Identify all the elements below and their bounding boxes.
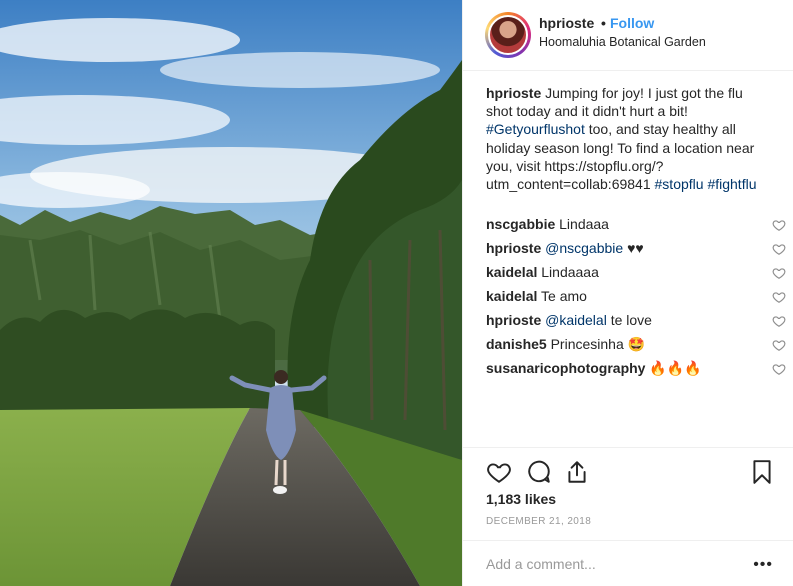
comment: hprioste @kaidelal te love [486,311,786,335]
comment-username[interactable]: nscgabbie [486,216,555,232]
comment-username[interactable]: susanaricophotography [486,360,645,376]
hashtag-getyourflushot[interactable]: #Getyourflushot [486,121,585,137]
heart-icon[interactable] [772,290,786,304]
comment-text: Lindaaaa [541,264,599,280]
share-icon[interactable] [564,459,590,485]
post-caption: hprioste Jumping for joy! I just got the… [486,84,771,193]
heart-icon[interactable] [486,459,512,485]
comment-list: nscgabbie Lindaaa hprioste @nscgabbie ♥♥… [486,215,786,383]
comment-username[interactable]: kaidelal [486,264,537,280]
comment-input[interactable]: Add a comment... [486,556,596,572]
heart-icon[interactable] [772,242,786,256]
comment: susanaricophotography 🔥🔥🔥 [486,359,786,383]
comment: kaidelal Te amo [486,287,786,311]
header-separator: • [601,15,606,31]
comment-text: Lindaaa [559,216,609,232]
photo-scene [0,0,462,586]
like-count[interactable]: 1,183 likes [486,491,556,507]
heart-icon[interactable] [772,362,786,376]
avatar[interactable] [485,12,531,58]
more-options-icon[interactable]: ••• [753,556,773,574]
caption-username[interactable]: hprioste [486,85,541,101]
comment-text: 🔥🔥🔥 [649,360,702,376]
comment-text: te love [610,312,652,328]
hashtag-fightflu[interactable]: #fightflu [707,176,756,192]
comment-username[interactable]: hprioste [486,240,541,256]
speech-bubble-icon[interactable] [526,459,552,485]
action-bar [463,455,793,489]
post-side-panel: hprioste • Follow Hoomaluhia Botanical G… [462,0,793,586]
author-username[interactable]: hprioste [539,15,594,31]
avatar-image [488,15,528,55]
post-header: hprioste • Follow Hoomaluhia Botanical G… [463,0,793,70]
comment: kaidelal Lindaaaa [486,263,786,287]
comment-username[interactable]: hprioste [486,312,541,328]
header-divider [463,70,793,71]
heart-icon[interactable] [772,314,786,328]
follow-button[interactable]: Follow [610,15,654,31]
comment: nscgabbie Lindaaa [486,215,786,239]
comment: danishe5 Princesinha 🤩 [486,335,786,359]
heart-icon[interactable] [772,338,786,352]
post-date: DECEMBER 21, 2018 [486,516,592,527]
comment-mention[interactable]: @nscgabbie [545,240,623,256]
comment: hprioste @nscgabbie ♥♥ [486,239,786,263]
comment-mention[interactable]: @kaidelal [545,312,607,328]
heart-icon[interactable] [772,266,786,280]
comment-username[interactable]: danishe5 [486,336,547,352]
hashtag-stopflu[interactable]: #stopflu [655,176,704,192]
bookmark-icon[interactable] [749,459,775,485]
comment-username[interactable]: kaidelal [486,288,537,304]
location-link[interactable]: Hoomaluhia Botanical Garden [539,35,706,49]
actions-divider [463,447,793,448]
comment-text: ♥♥ [627,240,644,256]
heart-icon[interactable] [772,218,786,232]
comment-text: Princesinha 🤩 [550,336,646,352]
instagram-post: hprioste • Follow Hoomaluhia Botanical G… [0,0,793,586]
comment-text: Te amo [541,288,587,304]
post-photo[interactable] [0,0,462,586]
composer-divider [463,540,793,541]
